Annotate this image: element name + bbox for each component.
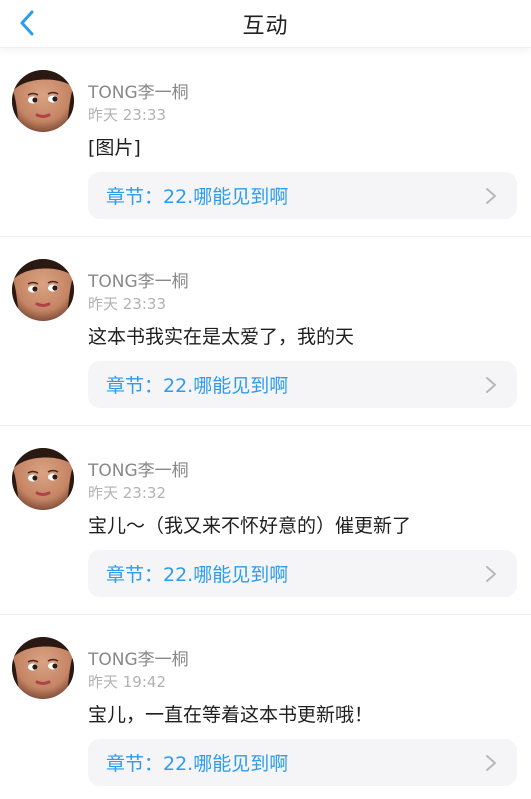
avatar[interactable]: [12, 637, 74, 699]
comment-text: 宝儿～（我又来不怀好意的）催更新了: [88, 515, 412, 537]
back-button[interactable]: [10, 6, 44, 40]
timestamp: 昨天 19:42: [88, 673, 166, 691]
chapter-link[interactable]: 章节：22.哪能见到啊: [88, 739, 517, 786]
chevron-right-icon: [485, 376, 497, 394]
chapter-link[interactable]: 章节：22.哪能见到啊: [88, 172, 517, 219]
username[interactable]: TONG李一桐: [88, 645, 189, 670]
chevron-right-icon: [485, 565, 497, 583]
chevron-right-icon: [485, 754, 497, 772]
avatar-face-icon: [12, 70, 74, 132]
interaction-page: 互动 TONG李一桐 昨天 23:33 [图片] 章节：22.哪能见到啊 TON…: [0, 0, 531, 799]
avatar-face-icon: [12, 448, 74, 510]
avatar[interactable]: [12, 448, 74, 510]
comment-text: 这本书我实在是太爱了，我的天: [88, 326, 355, 348]
page-title: 互动: [242, 13, 289, 39]
comment-item: TONG李一桐 昨天 19:42 宝儿，一直在等着这本书更新哦！ 章节：22.哪…: [0, 615, 531, 799]
comment-list: TONG李一桐 昨天 23:33 [图片] 章节：22.哪能见到啊 TONG李一…: [0, 48, 531, 799]
avatar-face-icon: [12, 637, 74, 699]
chapter-label: 章节：22.哪能见到啊: [106, 753, 289, 775]
avatar-face-icon: [12, 259, 74, 321]
chapter-label: 章节：22.哪能见到啊: [106, 564, 289, 586]
username[interactable]: TONG李一桐: [88, 78, 189, 103]
chevron-right-icon: [485, 187, 497, 205]
avatar[interactable]: [12, 259, 74, 321]
timestamp: 昨天 23:33: [88, 106, 166, 124]
comment-text: [图片]: [88, 137, 141, 159]
comment-text: 宝儿，一直在等着这本书更新哦！: [88, 704, 374, 726]
comment-item: TONG李一桐 昨天 23:33 [图片] 章节：22.哪能见到啊: [0, 48, 531, 237]
timestamp: 昨天 23:33: [88, 295, 166, 313]
username[interactable]: TONG李一桐: [88, 267, 189, 292]
chapter-link[interactable]: 章节：22.哪能见到啊: [88, 550, 517, 597]
top-bar: 互动: [0, 0, 531, 48]
chevron-left-icon: [20, 10, 34, 36]
chapter-label: 章节：22.哪能见到啊: [106, 375, 289, 397]
chapter-link[interactable]: 章节：22.哪能见到啊: [88, 361, 517, 408]
timestamp: 昨天 23:32: [88, 484, 166, 502]
comment-item: TONG李一桐 昨天 23:33 这本书我实在是太爱了，我的天 章节：22.哪能…: [0, 237, 531, 426]
comment-item: TONG李一桐 昨天 23:32 宝儿～（我又来不怀好意的）催更新了 章节：22…: [0, 426, 531, 615]
avatar[interactable]: [12, 70, 74, 132]
chapter-label: 章节：22.哪能见到啊: [106, 186, 289, 208]
username[interactable]: TONG李一桐: [88, 456, 189, 481]
